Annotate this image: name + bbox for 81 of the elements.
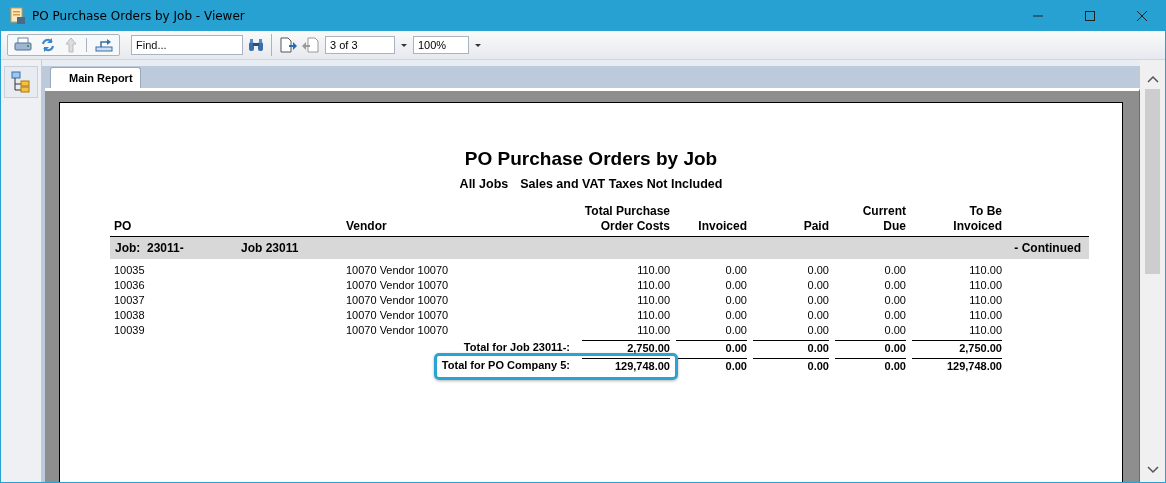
window-title: PO Purchase Orders by Job - Viewer [32,8,245,23]
table-cell: 0.00 [725,293,747,308]
table-cell: 0.00 [807,263,829,278]
table-cell: 0.00 [807,278,829,293]
table-cell: 10070 Vendor 10070 [346,263,449,278]
table-cell: 10070 Vendor 10070 [346,278,449,293]
table-cell: 110.00 [637,323,670,338]
column-header: Paid [803,219,829,234]
total-cell: 0.00 [807,341,829,356]
scroll-down-icon[interactable] [1146,466,1159,474]
next-page-icon[interactable] [279,37,297,53]
table-cell: 110.00 [637,293,670,308]
total-cell: 2,750.00 [959,341,1002,356]
report-title: PO Purchase Orders by Job [463,148,719,170]
maximize-icon[interactable] [1084,9,1096,22]
total-cell: 0.00 [725,341,747,356]
group-tree-button[interactable] [4,66,38,98]
column-header: PO [114,219,132,234]
table-cell: 0.00 [725,323,747,338]
column-header: Total Purchase Order Costs [584,204,670,234]
tree-icon [11,71,31,93]
app-icon [10,6,26,25]
report-tab[interactable]: Main Report [50,67,141,88]
zoom-dropdown[interactable]: 100% [413,36,469,54]
total-cell: 0.00 [807,359,829,374]
column-header: To Be Invoiced [953,204,1002,234]
group-label: Job: 23011- [115,241,185,255]
binoculars-icon[interactable] [248,38,264,52]
table-cell: 10039 [114,323,145,338]
table-cell: 0.00 [884,323,906,338]
scrollbar-thumb[interactable] [1145,89,1160,274]
table-cell: 110.00 [969,293,1002,308]
table-cell: 0.00 [807,308,829,323]
table-cell: 110.00 [969,263,1002,278]
table-cell: 10070 Vendor 10070 [346,293,449,308]
scroll-up-icon[interactable] [1146,75,1159,83]
total-cell: 0.00 [725,359,747,374]
table-cell: 0.00 [884,293,906,308]
table-cell: 0.00 [725,308,747,323]
table-cell: 0.00 [884,263,906,278]
group-name: Job 23011 [241,241,299,255]
table-cell: 0.00 [884,278,906,293]
table-cell: 110.00 [637,263,670,278]
find-field[interactable]: Find... [131,35,243,55]
table-cell: 10070 Vendor 10070 [346,323,449,338]
caret-icon[interactable] [400,42,408,48]
table-cell: 110.00 [969,278,1002,293]
table-cell: 0.00 [884,308,906,323]
report-subtitle: Sales and VAT Taxes Not Included [520,177,723,191]
total-label: Total for PO Company 5: [441,358,570,373]
table-cell: 0.00 [807,293,829,308]
table-cell: 10036 [114,278,145,293]
page-dropdown[interactable]: 3 of 3 [325,36,395,54]
printer-icon[interactable] [14,37,32,53]
total-cell: 2,750.00 [627,341,670,356]
total-cell: 129,748.00 [614,359,670,374]
refresh-icon[interactable] [40,37,56,53]
table-cell: 10070 Vendor 10070 [346,308,449,323]
table-cell: 0.00 [725,263,747,278]
previous-page-icon[interactable] [302,37,320,53]
table-cell: 10037 [114,293,145,308]
table-cell: 0.00 [725,278,747,293]
column-header: Invoiced [698,219,747,234]
column-header: Current Due [862,204,906,234]
column-header: Vendor [346,219,387,234]
table-cell: 0.00 [807,323,829,338]
report-subtitle: All Jobs [459,177,509,191]
table-cell: 10035 [114,263,145,278]
export-icon[interactable] [95,37,113,53]
continued-note: - Continued [1014,241,1081,255]
caret-icon[interactable] [474,42,482,48]
total-label: Total for Job 23011-: [463,340,570,355]
table-cell: 110.00 [969,308,1002,323]
table-cell: 110.00 [637,278,670,293]
close-icon[interactable] [1136,9,1148,22]
total-cell: 0.00 [884,341,906,356]
table-cell: 110.00 [637,308,670,323]
table-cell: 10038 [114,308,145,323]
table-cell: 110.00 [969,323,1002,338]
total-cell: 129,748.00 [946,359,1002,374]
total-cell: 0.00 [884,359,906,374]
